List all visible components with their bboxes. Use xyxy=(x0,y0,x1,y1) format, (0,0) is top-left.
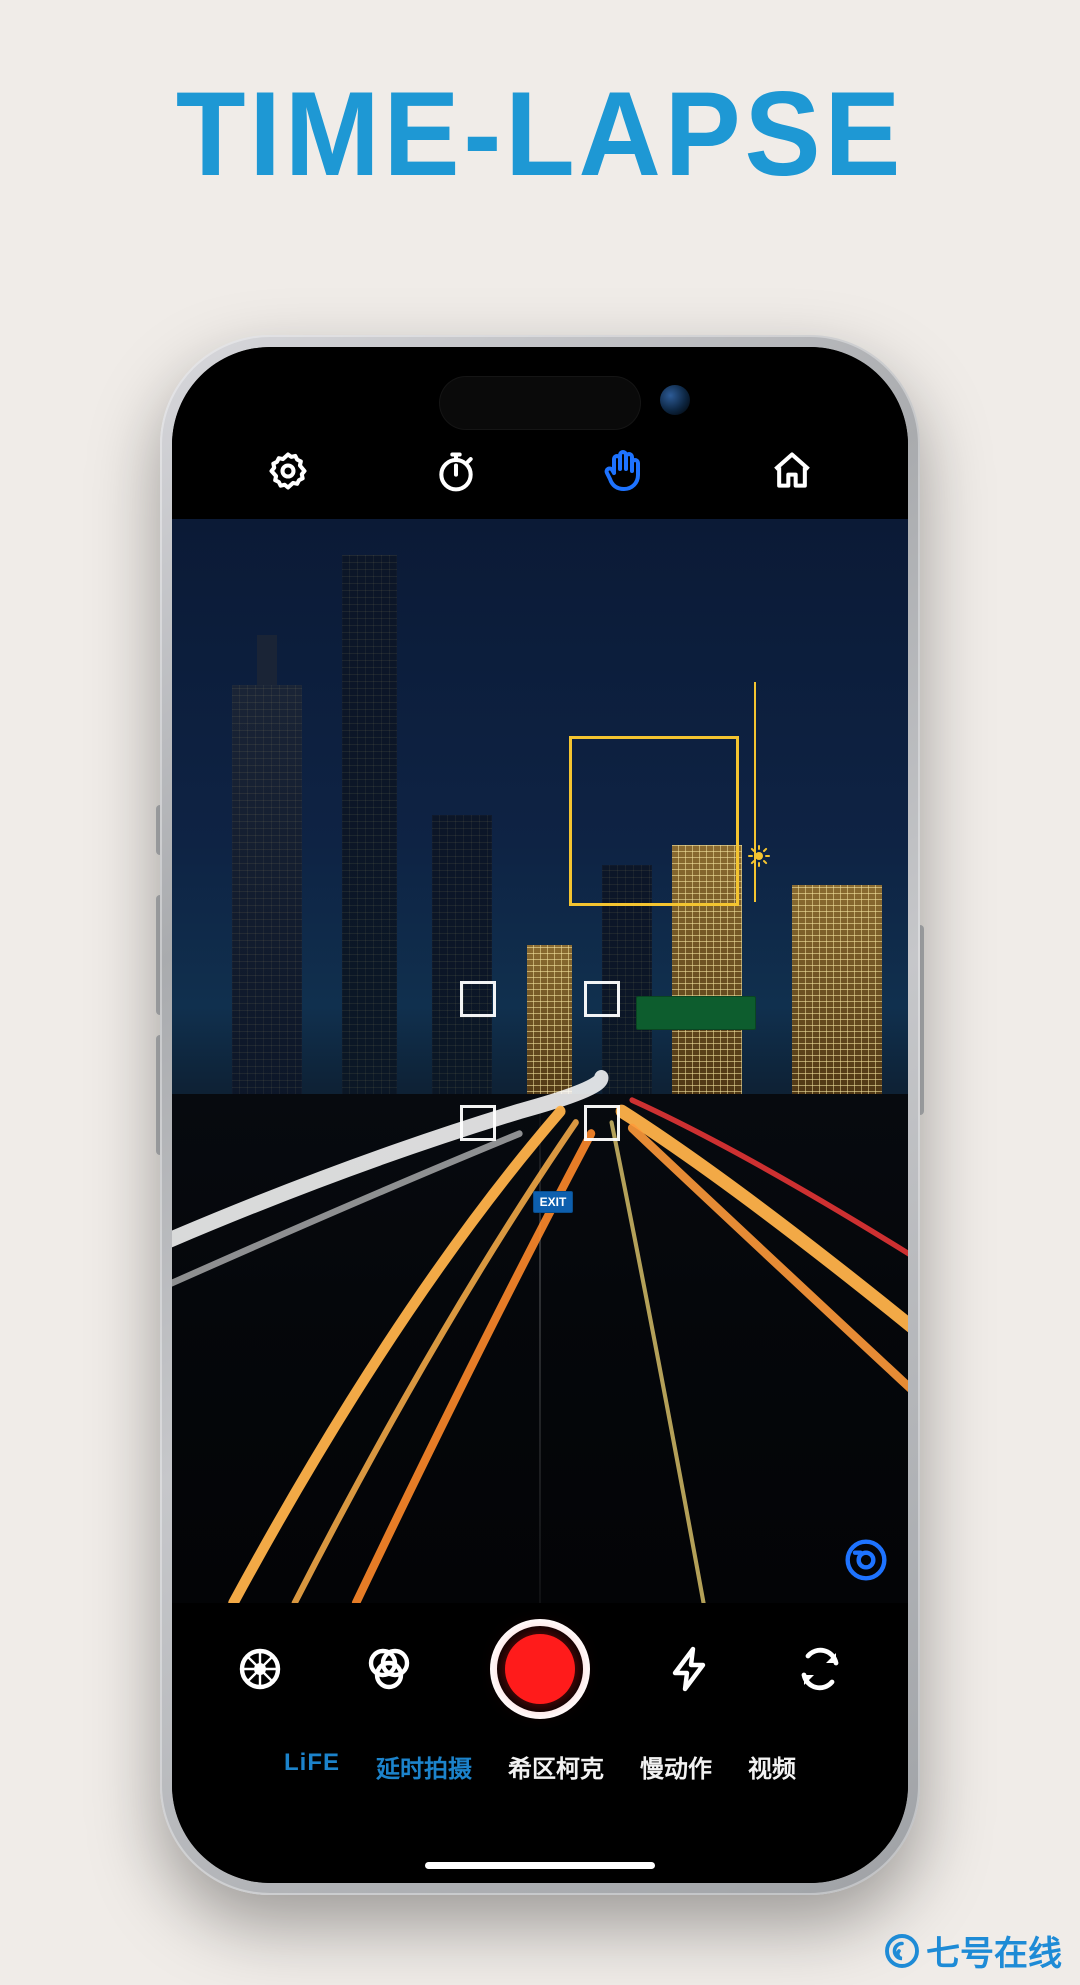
mode-timelapse[interactable]: 延时拍摄 xyxy=(376,1749,472,1784)
switch-camera-button[interactable] xyxy=(792,1641,848,1697)
mode-video[interactable]: 视频 xyxy=(748,1749,796,1784)
switch-camera-icon xyxy=(796,1645,844,1693)
home-indicator[interactable] xyxy=(425,1862,655,1869)
front-camera xyxy=(660,385,690,415)
timer-button[interactable] xyxy=(430,445,482,497)
bottom-toolbar: LiFE 延时拍摄 希区柯克 慢动作 视频 xyxy=(172,1603,908,1883)
source-watermark-text: 七号在线 xyxy=(926,1926,1062,1975)
top-toolbar xyxy=(172,347,908,519)
flash-icon xyxy=(667,1645,715,1693)
camera-viewfinder[interactable]: EXIT xyxy=(172,519,908,1603)
exit-sign-decor: EXIT xyxy=(533,1191,574,1213)
sun-icon[interactable] xyxy=(747,844,771,873)
dynamic-island xyxy=(440,377,640,429)
brand-label: LiFE xyxy=(284,1749,340,1784)
filters-button[interactable] xyxy=(361,1641,417,1697)
stabilize-button[interactable] xyxy=(598,445,650,497)
mode-slowmo[interactable]: 慢动作 xyxy=(640,1749,712,1784)
focus-box[interactable] xyxy=(569,736,739,906)
highway-sign-decor xyxy=(636,996,756,1030)
gear-icon xyxy=(266,449,310,493)
home-icon xyxy=(770,449,814,493)
app-screen: EXIT xyxy=(172,347,908,1883)
app-watermark-icon xyxy=(844,1538,888,1587)
flash-button[interactable] xyxy=(663,1641,719,1697)
hero-title: TIME-LAPSE xyxy=(27,65,1053,203)
phone-mockup: EXIT xyxy=(160,335,920,1895)
source-watermark: 七号在线 xyxy=(884,1926,1062,1975)
home-button[interactable] xyxy=(766,445,818,497)
record-icon xyxy=(505,1634,575,1704)
stopwatch-icon xyxy=(434,449,478,493)
color-wheel-button[interactable] xyxy=(232,1641,288,1697)
filters-icon xyxy=(365,1645,413,1693)
hand-icon xyxy=(600,447,648,495)
mode-selector[interactable]: LiFE 延时拍摄 希区柯克 慢动作 视频 xyxy=(284,1749,796,1784)
record-button[interactable] xyxy=(490,1619,590,1719)
source-logo-icon xyxy=(884,1933,920,1969)
mode-hitchcock[interactable]: 希区柯克 xyxy=(508,1749,604,1784)
center-reticle xyxy=(460,981,620,1141)
color-wheel-icon xyxy=(236,1645,284,1693)
settings-button[interactable] xyxy=(262,445,314,497)
